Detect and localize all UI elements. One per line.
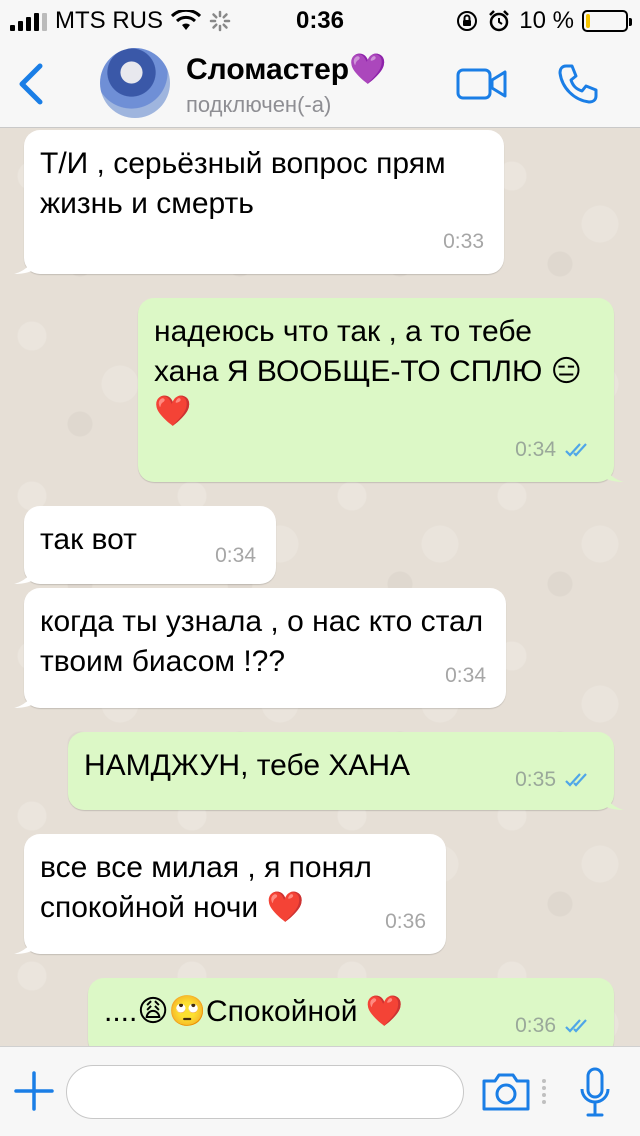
message-incoming[interactable]: все все милая , я понял спокойной ночи ❤… [14,834,446,954]
message-incoming[interactable]: когда ты узнала , о нас кто стал твоим б… [14,588,506,708]
message-meta: 0:34 [215,536,256,576]
message-time: 0:36 [385,910,426,933]
battery-percent: 10 % [519,7,574,34]
message-time: 0:34 [215,544,256,567]
chat-messages[interactable]: Т/И , серьёзный вопрос прям жизнь и смер… [0,128,640,1046]
message-text: Т/И , серьёзный вопрос прям жизнь и смер… [40,147,446,220]
bubble-tail [14,688,36,708]
bubble-tail [14,564,36,584]
status-right: 10 % [455,7,632,35]
read-ticks-icon [565,1019,587,1033]
message-time: 0:34 [515,438,556,461]
chat-header: Сломастер💜 подключен(-а) [0,40,640,128]
contact-status: подключен(-а) [186,92,332,117]
message-input[interactable] [66,1065,464,1119]
bubble-tail [602,462,624,482]
voice-call-button[interactable] [556,62,600,106]
message-meta: 0:33 [443,222,484,262]
message-outgoing[interactable]: НАМДЖУН, тебе ХАНА 0:35 [68,732,624,810]
message-outgoing[interactable]: надеюсь что так , а то тебе хана Я ВООБЩ… [138,298,624,482]
message-text: когда ты узнала , о нас кто стал твоим б… [40,605,484,678]
message-incoming[interactable]: Т/И , серьёзный вопрос прям жизнь и смер… [14,130,504,274]
alarm-icon [489,10,510,32]
attach-button[interactable] [12,1069,56,1113]
message-meta: 0:35 [515,760,594,800]
message-meta: 0:34 [445,656,486,696]
bubble-tail [602,1036,608,1046]
voice-message-button[interactable] [578,1067,612,1119]
microphone-icon [580,1067,610,1117]
phone-icon [558,64,598,104]
video-camera-icon [456,68,507,100]
message-text: все все милая , я понял спокойной ночи ❤… [40,851,372,924]
battery-level [586,14,590,28]
message-meta: 0:36 [515,1006,594,1046]
message-time: 0:34 [445,664,486,687]
input-bar [0,1046,640,1136]
message-outgoing[interactable]: ....😩🙄Спокойной ❤️ 0:36 [88,978,614,1046]
video-call-button[interactable] [456,66,508,102]
read-ticks-icon [565,773,587,787]
plus-icon [14,1071,54,1111]
separator-dots [542,1079,546,1104]
chevron-left-icon [19,63,43,105]
orientation-lock-icon [457,11,478,31]
bubble-tail [602,790,624,810]
contact-avatar[interactable] [100,48,170,118]
message-time: 0:35 [515,768,556,791]
status-bar: MTS RUS 0:36 10 % [0,0,640,40]
back-button[interactable] [12,60,52,108]
camera-button[interactable] [480,1071,532,1113]
message-text: надеюсь что так , а то тебе хана Я ВООБЩ… [154,315,582,428]
battery-icon [582,10,632,32]
message-incoming[interactable]: так вот 0:34 [14,506,276,584]
read-ticks-icon [565,443,587,457]
message-time: 0:36 [515,1014,556,1037]
message-meta: 0:36 [385,902,426,942]
message-meta: 0:34 [515,430,594,470]
bubble-tail [14,254,36,274]
contact-name[interactable]: Сломастер💜 [186,52,386,87]
message-time: 0:33 [443,230,484,253]
bubble-tail [14,934,36,954]
camera-icon [482,1073,530,1111]
